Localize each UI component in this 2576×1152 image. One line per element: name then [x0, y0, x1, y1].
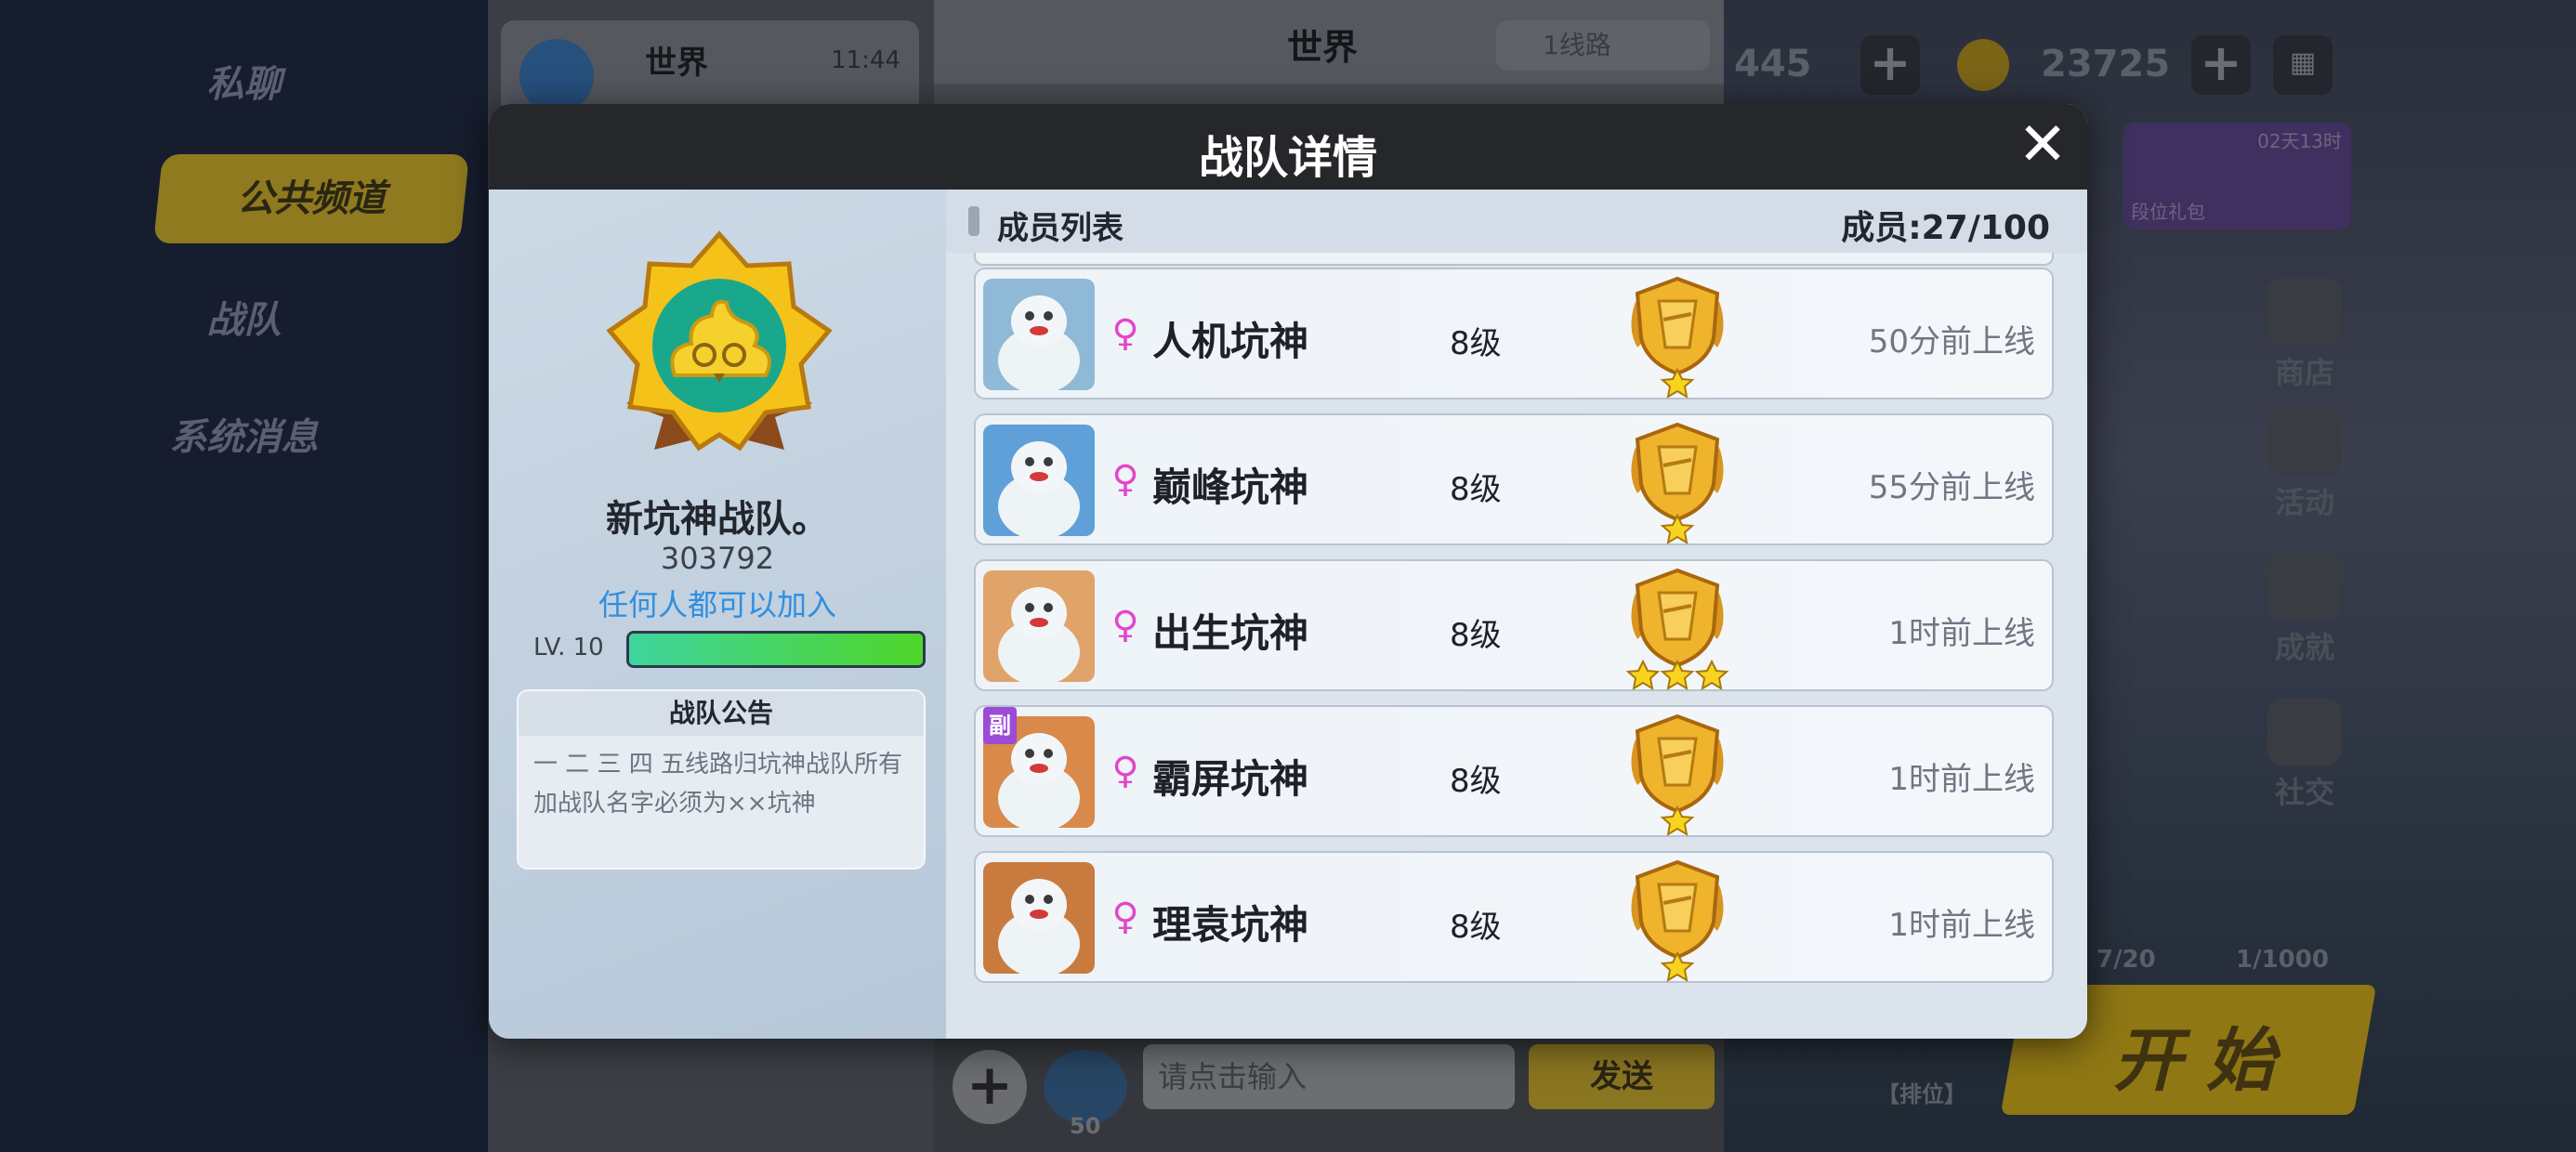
vice-captain-badge: 副 [983, 707, 1017, 744]
member-level: 8级 [1450, 471, 1502, 508]
team-notice-title: 战队公告 [519, 691, 924, 736]
member-row[interactable]: ♀ 巅峰坑神 8级 55分前上线 [974, 413, 2054, 545]
female-icon: ♀ [1111, 750, 1139, 792]
member-row[interactable]: ♀ 理袁坑神 8级 1时前上线 [974, 851, 2054, 983]
member-level: 8级 [1450, 325, 1502, 362]
team-details-dialog: 战队详情 ✕ 新坑神战队。 303792 任何人都可以加入 LV. 10 战队公… [489, 104, 2087, 1039]
dialog-titlebar: 战队详情 ✕ [489, 104, 2087, 190]
member-avatar [983, 862, 1095, 974]
member-list-panel: 成员列表 成员:27/100 ♀ 人机坑神 8级 50分前上线 ♀ 巅峰坑神 8… [946, 190, 2087, 1039]
member-name: 理袁坑神 [1152, 902, 1309, 948]
member-name: 出生坑神 [1152, 610, 1309, 656]
female-icon: ♀ [1111, 458, 1139, 501]
team-notice: 战队公告 一 二 三 四 五线路归坑神战队所有加战队名字必须为××坑神 [517, 689, 926, 870]
member-avatar [983, 279, 1095, 390]
team-level-fill [629, 634, 923, 665]
shop-label: 商店 [2274, 355, 2334, 390]
menu-grid-icon[interactable]: ▦ [2273, 35, 2333, 95]
tab-public-channel-label: 公共频道 [237, 177, 386, 220]
team-name: 新坑神战队。 [606, 498, 829, 541]
add-coins-button[interactable]: + [2191, 35, 2251, 95]
tab-team[interactable]: 战队 [0, 290, 488, 344]
team-level-label: LV. 10 [533, 634, 604, 661]
member-count: 成员:27/100 [1841, 209, 2050, 247]
rank-shield-icon [1631, 713, 1724, 836]
member-last-online: 1时前上线 [1888, 615, 2035, 652]
member-last-online: 55分前上线 [1868, 469, 2035, 506]
send-button[interactable]: 发送 [1529, 1044, 1715, 1109]
globe-icon [519, 39, 594, 113]
channel-time: 11:44 [831, 46, 900, 74]
counter-two: 1/1000 [2236, 946, 2329, 974]
team-id: 303792 [660, 541, 775, 576]
rank-mode-tag: 【排位】 [1877, 1081, 1966, 1107]
chat-input-bar: + 50 请点击输入 发送 [934, 1031, 1724, 1152]
line-selector[interactable]: 1线路 [1496, 20, 1710, 71]
member-level: 8级 [1450, 763, 1502, 800]
member-last-online: 1时前上线 [1888, 907, 2035, 944]
coin-icon [1957, 39, 2009, 91]
close-icon[interactable]: ✕ [2013, 115, 2072, 177]
header-marker [968, 206, 979, 236]
events-label: 活动 [2274, 485, 2334, 520]
gift-timer: 02天13时 [2257, 130, 2342, 152]
female-icon: ♀ [1111, 312, 1139, 355]
tab-system-messages[interactable]: 系统消息 [0, 407, 488, 461]
chat-sidebar: 私聊 公共频道 战队 系统消息 [0, 0, 488, 1152]
member-name: 巅峰坑神 [1152, 465, 1309, 510]
member-last-online: 1时前上线 [1888, 761, 2035, 798]
events-button[interactable]: 活动 [2267, 409, 2342, 522]
add-icon[interactable]: + [953, 1050, 1027, 1124]
achievements-label: 成就 [2274, 630, 2334, 665]
rank-shield-icon [1625, 568, 1729, 690]
team-notice-text: 一 二 三 四 五线路归坑神战队所有加战队名字必须为××坑神 [533, 751, 903, 818]
gift-label: 段位礼包 [2131, 201, 2205, 223]
member-avatar [983, 570, 1095, 682]
team-badge-icon [606, 230, 833, 452]
member-list-title: 成员列表 [997, 210, 1124, 247]
social-icon [2267, 699, 2342, 766]
member-level: 8级 [1450, 909, 1502, 946]
female-icon: ♀ [1111, 896, 1139, 938]
volume-count: 50 [1070, 1113, 1101, 1139]
chat-header: 世界 1线路 [934, 0, 1724, 84]
rank-shield-icon [1631, 859, 1724, 982]
member-last-online: 50分前上线 [1868, 323, 2035, 360]
channel-name: 世界 [645, 45, 708, 82]
tab-private-chat[interactable]: 私聊 [0, 54, 488, 108]
rank-gift-pack[interactable]: 02天13时 段位礼包 [2123, 123, 2351, 229]
events-icon [2267, 409, 2342, 476]
add-gems-button[interactable]: + [1860, 35, 1920, 95]
team-level-bar [626, 631, 926, 668]
trophy-icon [2267, 554, 2342, 621]
member-list-header: 成员列表 成员:27/100 [946, 190, 2087, 253]
shop-icon [2267, 279, 2342, 346]
female-icon: ♀ [1111, 604, 1139, 647]
dialog-title: 战队详情 [1198, 132, 1377, 184]
member-row[interactable]: ♀ 出生坑神 8级 1时前上线 [974, 559, 2054, 691]
chat-input[interactable]: 请点击输入 [1143, 1044, 1515, 1109]
member-name: 霸屏坑神 [1152, 756, 1309, 802]
member-row[interactable]: 副 ♀ 霸屏坑神 8级 1时前上线 [974, 705, 2054, 837]
gem-count: 445 [1734, 43, 1812, 85]
start-label: 开 始 [2113, 1021, 2275, 1101]
team-info-panel: 新坑神战队。 303792 任何人都可以加入 LV. 10 战队公告 一 二 三… [489, 190, 946, 1039]
join-policy: 任何人都可以加入 [598, 587, 836, 622]
list-item-partial [974, 253, 2054, 266]
shop-button[interactable]: 商店 [2267, 279, 2342, 392]
tab-public-channel[interactable]: 公共频道 [152, 154, 470, 243]
rank-shield-icon [1631, 422, 1724, 544]
coin-count: 23725 [2041, 43, 2171, 85]
achievements-button[interactable]: 成就 [2267, 554, 2342, 667]
social-button[interactable]: 社交 [2267, 699, 2342, 812]
member-name: 人机坑神 [1152, 319, 1309, 364]
member-row[interactable]: ♀ 人机坑神 8级 50分前上线 [974, 268, 2054, 399]
member-avatar [983, 425, 1095, 536]
social-label: 社交 [2274, 775, 2334, 810]
counter-one: 7/20 [2096, 946, 2156, 974]
member-level: 8级 [1450, 617, 1502, 654]
rank-shield-icon [1631, 276, 1724, 399]
chat-title: 世界 [1287, 27, 1359, 68]
